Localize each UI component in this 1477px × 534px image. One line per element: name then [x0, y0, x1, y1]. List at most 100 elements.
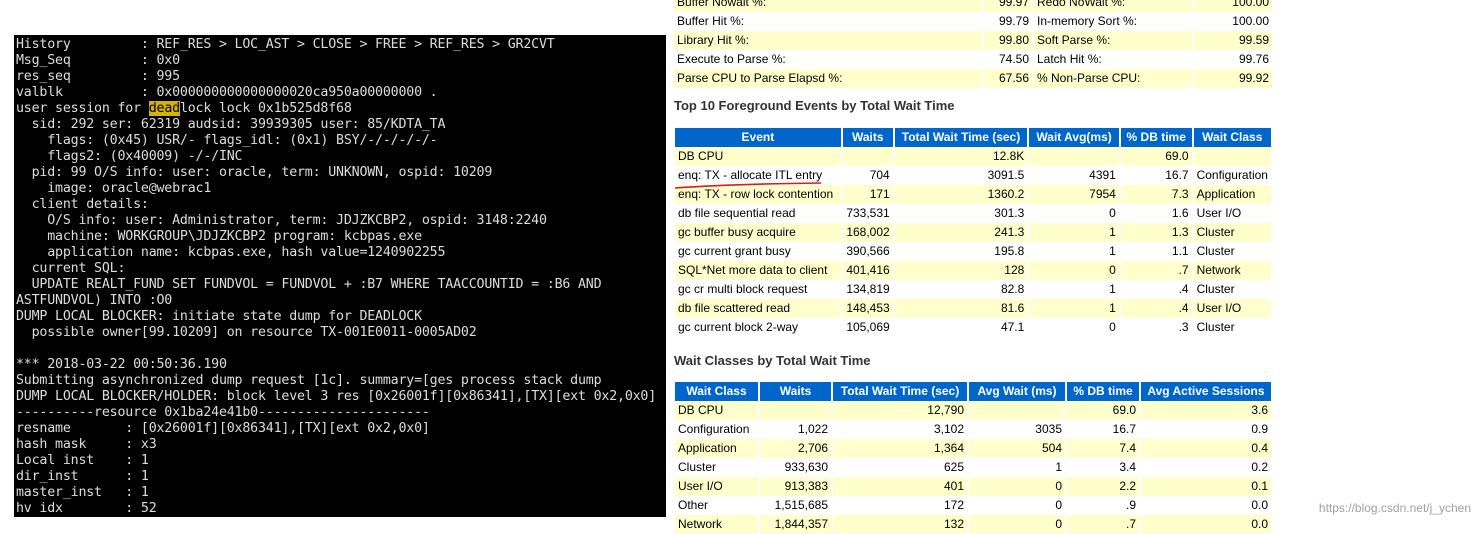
terminal-line: possible owner[99.10209] on resource TX-…: [16, 325, 477, 340]
terminal-line: client details:: [16, 197, 149, 212]
table-cell: Cluster: [1193, 280, 1273, 299]
table-row: Network 1,844,357 132 0.7 0.0: [675, 515, 1273, 534]
table-row: Library Hit %: 99.80 Soft Parse %: 99.59: [674, 31, 1274, 50]
terminal-line: History : REF_RES > LOC_AST > CLOSE > FR…: [16, 37, 555, 52]
table-cell: [1193, 147, 1273, 166]
terminal-line: Submitting asynchronized dump request [1…: [16, 373, 602, 388]
terminal-window: History : REF_RES > LOC_AST > CLOSE > FR…: [14, 35, 666, 517]
table-cell: Buffer Nowait %:: [674, 0, 984, 12]
table-cell: Parse CPU to Parse Elapsd %:: [674, 69, 984, 88]
table-cell: User I/O: [675, 477, 760, 496]
table-cell: 1.1: [1120, 242, 1194, 261]
annotation-underline: [674, 182, 822, 189]
table-cell: DB CPU: [675, 147, 843, 166]
table-cell: 99.92: [1194, 69, 1274, 88]
table-row: User I/O 913,383 401 0 2.2 0.1: [675, 477, 1273, 496]
table-cell: 1,022: [760, 420, 833, 439]
table-row: Buffer Hit %: 99.79 In-memory Sort %: 100.0…: [674, 12, 1274, 31]
table-cell: DB CPU: [675, 401, 760, 420]
table-cell: 2.2: [1067, 477, 1141, 496]
table-cell: gc current block 2-way: [675, 318, 843, 337]
table-cell: 390,566: [842, 242, 895, 261]
table-row: Buffer Nowait %: 99.97 Redo NoWait %: 100.0…: [674, 0, 1274, 12]
table-cell: User I/O: [1193, 299, 1273, 318]
column-header: Event: [675, 128, 843, 147]
table-row: gc current block 2-way 105,069 47.1 0.3 Clus…: [675, 318, 1273, 337]
table-cell: 105,069: [842, 318, 895, 337]
table-cell: 69.0: [1120, 147, 1194, 166]
table-cell: 0: [1029, 204, 1121, 223]
terminal-line: UPDATE REALT_FUND SET FUNDVOL = FUNDVOL …: [16, 277, 602, 292]
table-row: SQL*Net more data to client 401,416 128 0.7…: [675, 261, 1273, 280]
table-cell: 704: [842, 166, 895, 185]
table-cell: Library Hit %:: [674, 31, 984, 50]
table-cell: 99.59: [1194, 31, 1274, 50]
top-events-title: Top 10 Foreground Events by Total Wait T…: [674, 98, 955, 113]
table-row: Application 2,706 1,364 504 7.4 0.4: [675, 439, 1273, 458]
table-row: Cluster 933,630 625 1 3.4 0.2: [675, 458, 1273, 477]
top-events-table: Event Waits Total Wait Time (sec) Wait Avg(…: [675, 128, 1273, 337]
terminal-line: image: oracle@webrac1: [16, 181, 212, 196]
table-cell: 1,515,685: [760, 496, 833, 515]
table-cell: 1: [1029, 242, 1121, 261]
table-cell: gc current grant busy: [675, 242, 843, 261]
terminal-line: ASTFUNDVOL) INTO :O0: [16, 293, 173, 308]
table-cell: .4: [1120, 280, 1194, 299]
table-cell: 99.79: [984, 12, 1034, 31]
terminal-line: pid: 99 O/S info: user: oracle, term: UN…: [16, 165, 493, 180]
table-cell: Application: [1193, 185, 1273, 204]
table-cell: Buffer Hit %:: [674, 12, 984, 31]
table-cell: 69.0: [1067, 401, 1141, 420]
table-cell: 128: [894, 261, 1030, 280]
wait-classes-table: Wait Class Waits Total Wait Time (sec) Avg …: [675, 382, 1273, 534]
table-cell: 134,819: [842, 280, 895, 299]
table-cell: Execute to Parse %:: [674, 50, 984, 69]
table-cell: 0.0: [1141, 515, 1273, 534]
table-cell: 3,102: [833, 420, 969, 439]
table-cell: .3: [1120, 318, 1194, 337]
table-cell: 1: [1029, 280, 1121, 299]
table-cell: 913,383: [760, 477, 833, 496]
table-cell: gc buffer busy acquire: [675, 223, 843, 242]
table-cell: 7954: [1029, 185, 1121, 204]
terminal-line: ----------resource 0x1ba24e41b0---------…: [16, 405, 430, 420]
table-cell: 12,790: [833, 401, 969, 420]
table-cell: 74.50: [984, 50, 1034, 69]
table-cell: 625: [833, 458, 969, 477]
table-cell: .4: [1120, 299, 1194, 318]
table-cell: 0.9: [1141, 420, 1273, 439]
table-cell: db file scattered read: [675, 299, 843, 318]
table-cell: 3035: [969, 420, 1067, 439]
table-cell: User I/O: [1193, 204, 1273, 223]
table-cell: 401,416: [842, 261, 895, 280]
terminal-line: res_seq : 995: [16, 69, 180, 84]
table-cell: 3.4: [1067, 458, 1141, 477]
column-header: Avg Wait (ms): [969, 382, 1067, 401]
table-cell: Cluster: [1193, 223, 1273, 242]
terminal-line: *** 2018-03-22 00:50:36.190: [16, 357, 227, 372]
terminal-line: DUMP LOCAL BLOCKER: initiate state dump …: [16, 309, 422, 324]
terminal-text: lock lock 0x1b525d8f68: [179, 101, 352, 116]
table-cell: 0: [1029, 261, 1121, 280]
table-cell: 0.2: [1141, 458, 1273, 477]
table-cell: 82.8: [894, 280, 1030, 299]
terminal-line: O/S info: user: Administrator, term: JDJ…: [16, 213, 547, 228]
table-cell: 67.56: [984, 69, 1034, 88]
table-row: gc current grant busy 390,566 195.8 1 1.1 Clu…: [675, 242, 1273, 261]
table-row: Configuration 1,022 3,102 3035 16.7 0.9: [675, 420, 1273, 439]
table-cell: 81.6: [894, 299, 1030, 318]
table-cell: 12.8K: [894, 147, 1030, 166]
table-cell: 0: [969, 477, 1067, 496]
terminal-line: application name: kcbpas.exe, hash value…: [16, 245, 446, 260]
table-cell: 0: [969, 496, 1067, 515]
column-header: Wait Avg(ms): [1029, 128, 1121, 147]
table-cell: gc cr multi block request: [675, 280, 843, 299]
terminal-line: sid: 292 ser: 62319 audsid: 39939305 use…: [16, 117, 446, 132]
table-cell: 100.00: [1194, 12, 1274, 31]
table-cell: 3091.5: [894, 166, 1030, 185]
table-cell: Cluster: [675, 458, 760, 477]
watermark-text: https://blog.csdn.net/j_ychen: [1318, 501, 1471, 515]
table-cell: 241.3: [894, 223, 1030, 242]
table-cell: 733,531: [842, 204, 895, 223]
table-cell: 933,630: [760, 458, 833, 477]
